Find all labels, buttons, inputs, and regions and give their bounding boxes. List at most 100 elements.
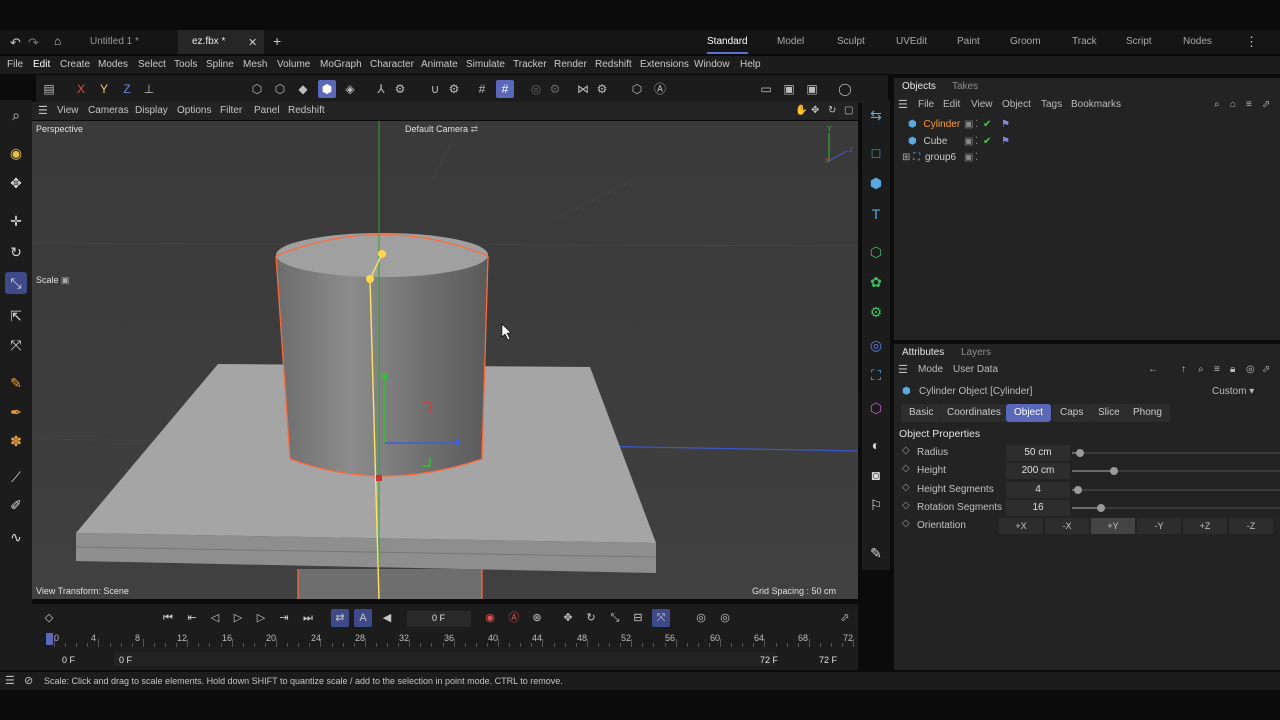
menu-mograph[interactable]: MoGraph — [320, 56, 362, 74]
edges-mode-icon[interactable]: ◆ — [294, 80, 312, 98]
visibility-toggle-icon[interactable]: ▣ — [964, 117, 973, 133]
slider-knob[interactable] — [1109, 467, 1118, 475]
menu-redshift[interactable]: Redshift — [595, 56, 632, 74]
viewport-menu-options[interactable]: Options — [177, 102, 211, 120]
grid-icon[interactable]: # — [473, 80, 491, 98]
menu-simulate[interactable]: Simulate — [466, 56, 505, 74]
objects-menu-view[interactable]: View — [971, 97, 993, 113]
layout-model[interactable]: Model — [777, 30, 804, 54]
maximize-view-icon[interactable]: ▢ — [844, 102, 853, 120]
visibility-toggle-icon[interactable]: ▣ — [964, 134, 973, 150]
object-row-group6[interactable]: ⊞ ⛶ group6 ▣ ⁚ — [902, 150, 1272, 166]
range-bar[interactable] — [114, 652, 776, 666]
keyframe-selection-icon[interactable]: ⊛ — [528, 609, 546, 627]
phong-tag-icon[interactable]: ⚑ — [1001, 117, 1010, 133]
play-icon[interactable]: ▷ — [229, 609, 247, 627]
height-segments-slider[interactable] — [1072, 486, 1280, 494]
menu-help[interactable]: Help — [740, 56, 761, 74]
menu-volume[interactable]: Volume — [277, 56, 310, 74]
subtab-slice[interactable]: Slice — [1090, 404, 1128, 422]
scene-canvas[interactable]: Y Z X — [32, 121, 858, 599]
rotate-tool-icon[interactable]: ↻ — [5, 241, 27, 263]
orientation-plus-x[interactable]: +X — [999, 518, 1043, 534]
subtab-basic[interactable]: Basic — [901, 404, 942, 422]
spline-pen-icon[interactable]: ✒ — [5, 401, 27, 423]
redo-icon[interactable]: ↷ — [28, 35, 39, 51]
move-tool-icon[interactable]: ✛ — [5, 210, 27, 232]
symmetry-settings-icon[interactable]: ⚙ — [593, 80, 611, 98]
layout-nodes[interactable]: Nodes — [1183, 30, 1212, 54]
render-dots-icon[interactable]: ⁚ — [975, 134, 978, 150]
layout-sculpt[interactable]: Sculpt — [837, 30, 865, 54]
enabled-check-icon[interactable]: ✔ — [983, 117, 991, 133]
orientation-minus-z[interactable]: -Z — [1229, 518, 1273, 534]
axis-mode-icon[interactable]: ⅄ — [372, 80, 390, 98]
sound-icon[interactable]: ◀ — [378, 609, 396, 627]
attributes-search-icon[interactable]: ⌕ — [1198, 362, 1204, 378]
menu-extensions[interactable]: Extensions — [640, 56, 689, 74]
field-icon[interactable]: ◎ — [865, 334, 887, 356]
workplane-icon[interactable]: # — [496, 80, 514, 98]
next-frame-icon[interactable]: ▷ — [252, 609, 270, 627]
height-segments-input[interactable]: 4 — [1006, 482, 1070, 498]
render-region-icon[interactable]: ⬡ — [628, 80, 646, 98]
height-input[interactable]: 200 cm — [1006, 463, 1070, 479]
scale-key-icon[interactable]: ⤡ — [606, 609, 624, 627]
range-start-field[interactable]: 0 F — [62, 655, 75, 665]
lock-icon[interactable]: 🔒︎ — [1230, 362, 1235, 378]
spline-smooth-icon[interactable]: ∿ — [5, 526, 27, 548]
loop-icon[interactable]: ⇄ — [331, 609, 349, 627]
slider-knob[interactable] — [1074, 486, 1083, 494]
layout-uvedit[interactable]: UVEdit — [896, 30, 927, 54]
snap-settings-icon[interactable]: ⚙ — [445, 80, 463, 98]
objects-new-window-icon[interactable]: ⬀ — [1262, 97, 1270, 113]
attributes-menu-user-data[interactable]: User Data — [953, 362, 998, 378]
objects-home-icon[interactable]: ⌂ — [1230, 97, 1236, 113]
go-to-end-icon[interactable]: ⏭ — [299, 609, 317, 627]
attributes-filter-icon[interactable]: ≡ — [1214, 362, 1220, 378]
menu-edit[interactable]: Edit — [33, 56, 50, 74]
scale-tool-icon[interactable]: ⤡ — [5, 272, 27, 294]
orientation-plus-y[interactable]: +Y — [1091, 518, 1135, 534]
menu-create[interactable]: Create — [60, 56, 90, 74]
slider-knob[interactable] — [1097, 504, 1106, 512]
playback-rate-icon[interactable]: A — [354, 609, 372, 627]
layout-switch-icon[interactable]: ⇆ — [865, 104, 887, 126]
z-axis-lock[interactable]: Z — [118, 80, 136, 98]
redshift-ipr-icon[interactable]: ◯ — [836, 80, 854, 98]
subtab-coordinates[interactable]: Coordinates — [939, 404, 1009, 422]
live-selection-icon[interactable]: ◉ — [5, 142, 27, 164]
subtab-object[interactable]: Object — [1006, 404, 1051, 422]
soft-selection-icon[interactable]: ◎ — [527, 80, 545, 98]
orientation-plus-z[interactable]: +Z — [1183, 518, 1227, 534]
points-mode-icon[interactable]: ⬡ — [271, 80, 289, 98]
viewport-menu-panel[interactable]: Panel — [254, 102, 280, 120]
tab-untitled-1[interactable]: Untitled 1 * — [90, 30, 139, 54]
light-object-icon[interactable]: ⚐ — [865, 494, 887, 516]
objects-menu-edit[interactable]: Edit — [943, 97, 960, 113]
objects-menu-file[interactable]: File — [918, 97, 934, 113]
object-name[interactable]: Cylinder — [924, 119, 961, 130]
keyframe-diamond-icon[interactable]: ◇ — [902, 482, 910, 493]
layout-paint[interactable]: Paint — [957, 30, 980, 54]
spline-tools-icon[interactable]: ✽ — [5, 430, 27, 452]
object-name[interactable]: group6 — [925, 152, 956, 163]
cube-primitive-icon[interactable]: □ — [865, 142, 887, 164]
previous-frame-icon[interactable]: ◁ — [206, 609, 224, 627]
layout-groom[interactable]: Groom — [1010, 30, 1041, 54]
viewport-hamburger-icon[interactable]: ☰ — [38, 102, 48, 120]
camera-label[interactable]: Default Camera ⇄ — [405, 124, 478, 135]
radius-input[interactable]: 50 cm — [1006, 445, 1070, 461]
move-view-icon[interactable]: ✥ — [811, 102, 819, 120]
menu-character[interactable]: Character — [370, 56, 414, 74]
enabled-check-icon[interactable]: ✔ — [983, 134, 991, 150]
position-key-icon[interactable]: ✥ — [559, 609, 577, 627]
menu-render[interactable]: Render — [554, 56, 587, 74]
attributes-new-window-icon[interactable]: ⬀ — [1262, 362, 1270, 378]
tab-objects[interactable]: Objects — [902, 78, 936, 96]
spline-sketch-icon[interactable]: ✐ — [5, 494, 27, 516]
attributes-menu-mode[interactable]: Mode — [918, 362, 943, 378]
tab-takes[interactable]: Takes — [952, 78, 978, 96]
menu-animate[interactable]: Animate — [421, 56, 458, 74]
parameter-key-icon[interactable]: ⊟ — [629, 609, 647, 627]
